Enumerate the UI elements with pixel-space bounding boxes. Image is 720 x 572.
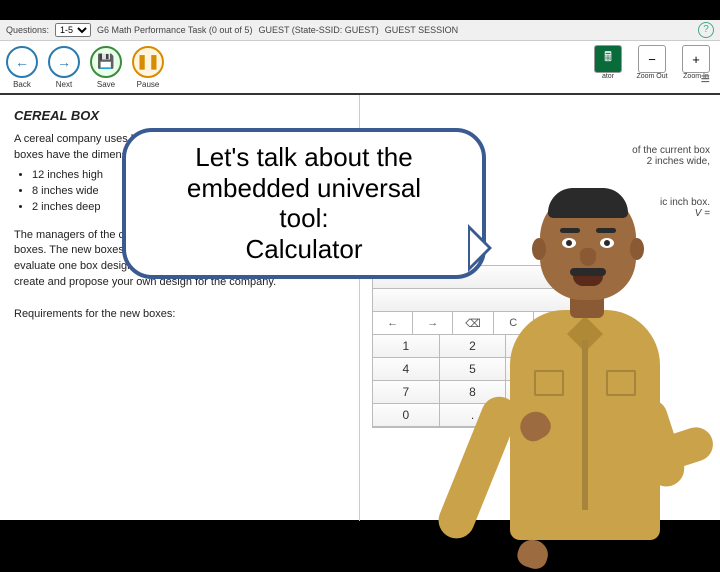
calculator-button[interactable]: 🖩ator (588, 45, 628, 80)
nose (580, 248, 596, 266)
back-arrow-icon: ← (6, 46, 38, 78)
calc-key[interactable]: 0 (373, 404, 440, 427)
guest-id: GUEST (State-SSID: GUEST) (258, 20, 378, 40)
bubble-line: Let's talk about the (144, 142, 464, 173)
ear (630, 238, 644, 260)
mouth (573, 276, 603, 286)
mustache (570, 268, 606, 276)
hand (514, 536, 551, 572)
zoom-out-icon: − (638, 45, 666, 73)
header-bar: Questions: 1-5 G6 Math Performance Task … (0, 20, 720, 41)
speech-bubble: Let's talk about the embedded universal … (122, 128, 486, 279)
help-icon[interactable]: ? (698, 22, 714, 38)
bubble-line: embedded universal (144, 173, 464, 204)
back-button[interactable]: ←Back (4, 46, 40, 89)
task-title: G6 Math Performance Task (0 out of 5) (97, 20, 252, 40)
eyebrow (596, 228, 616, 233)
zoom-in-icon: + (682, 45, 710, 73)
eye (600, 238, 614, 248)
bubble-line: Calculator (144, 234, 464, 265)
pause-button[interactable]: ❚❚Pause (130, 46, 166, 89)
next-arrow-icon: → (48, 46, 80, 78)
calc-op-button[interactable]: → (413, 312, 453, 334)
session-id: GUEST SESSION (385, 20, 458, 40)
pocket (606, 370, 636, 396)
save-icon: 💾 (90, 46, 122, 78)
bubble-line: tool: (144, 203, 464, 234)
menu-icon[interactable]: ≡ (701, 71, 710, 89)
passage-heading: CEREAL BOX (14, 107, 345, 126)
questions-select[interactable]: 1-5 (55, 23, 91, 37)
save-button[interactable]: 💾Save (88, 46, 124, 89)
eyebrow (560, 228, 580, 233)
placket (582, 340, 588, 510)
questions-label: Questions: (6, 20, 49, 40)
calc-op-button[interactable]: ← (373, 312, 413, 334)
eye (562, 238, 576, 248)
hair (548, 188, 628, 218)
toolbar: ←Back →Next 💾Save ❚❚Pause 🖩ator −Zoom Ou… (0, 41, 720, 95)
ear (532, 238, 546, 260)
zoom-in-button[interactable]: +Zoom In (676, 45, 716, 80)
calc-key[interactable]: 7 (373, 381, 440, 404)
zoom-out-button[interactable]: −Zoom Out (632, 45, 672, 80)
toolbar-right: 🖩ator −Zoom Out +Zoom In (588, 45, 716, 80)
pause-icon: ❚❚ (132, 46, 164, 78)
calculator-icon: 🖩 (594, 45, 622, 73)
calc-key[interactable]: 1 (373, 335, 440, 358)
calc-key[interactable]: 4 (373, 358, 440, 381)
next-button[interactable]: →Next (46, 46, 82, 89)
head (540, 190, 636, 300)
pocket (534, 370, 564, 396)
passage-p3: Requirements for the new boxes: (14, 307, 345, 323)
